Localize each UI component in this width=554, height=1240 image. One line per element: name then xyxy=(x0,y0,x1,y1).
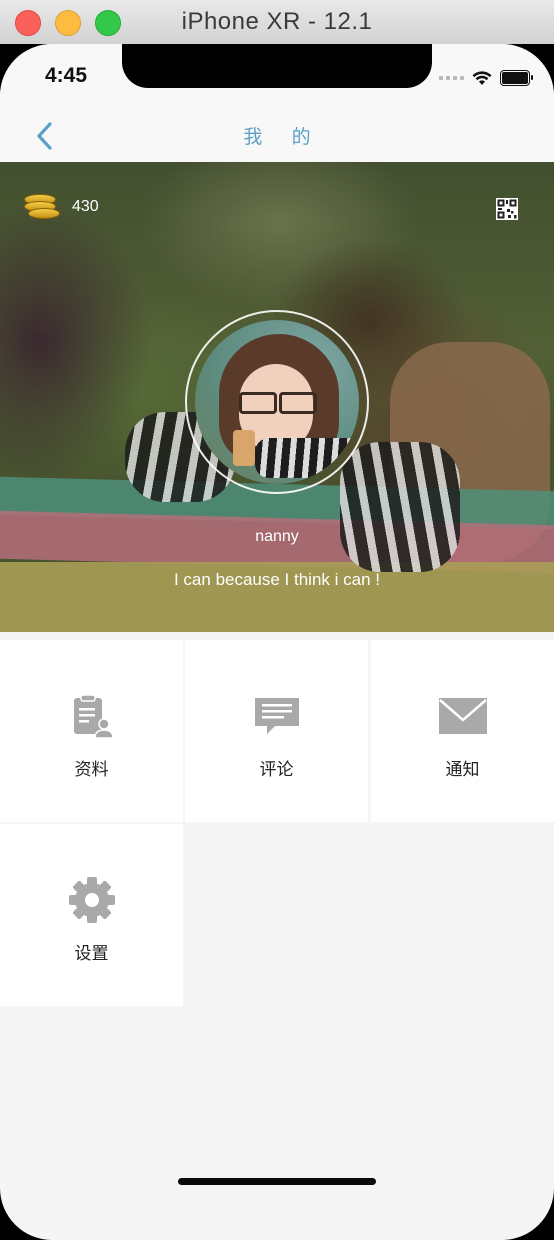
user-motto: I can because I think i can ! xyxy=(173,570,380,589)
app-screen: 4:45 我 的 430 nanny I can because I think… xyxy=(0,44,554,1240)
menu-item-notifications[interactable]: 通知 xyxy=(371,640,554,822)
menu-item-label: 通知 xyxy=(445,760,480,779)
window-title: iPhone XR - 12.1 xyxy=(181,8,373,35)
avatar-photo xyxy=(195,320,359,484)
coin-balance[interactable]: 430 xyxy=(24,194,99,220)
profile-header: 430 nanny I can because I think i can ! xyxy=(0,162,554,632)
menu-item-settings[interactable]: 设置 xyxy=(0,824,183,1006)
menu-item-label: 设置 xyxy=(74,944,109,963)
envelope-icon xyxy=(438,698,487,734)
coin-count: 430 xyxy=(72,198,99,215)
page-title: 我 的 xyxy=(243,127,323,148)
status-icons xyxy=(439,70,533,86)
menu-item-label: 资料 xyxy=(74,760,109,779)
simulator-titlebar: iPhone XR - 12.1 xyxy=(0,0,554,45)
comment-bubble-icon xyxy=(254,698,299,734)
avatar[interactable] xyxy=(185,310,369,494)
home-indicator[interactable] xyxy=(178,1178,376,1185)
username: nanny xyxy=(255,528,299,545)
menu-item-comments[interactable]: 评论 xyxy=(185,640,368,822)
navigation-bar: 我 的 xyxy=(0,110,554,162)
qr-code-button[interactable] xyxy=(496,198,518,220)
device-notch xyxy=(122,44,432,88)
menu-item-label: 评论 xyxy=(259,760,294,779)
gear-icon xyxy=(68,877,115,923)
qr-code-icon xyxy=(496,198,518,220)
coins-icon xyxy=(24,194,60,220)
wifi-icon xyxy=(472,70,492,85)
menu-item-profile[interactable]: 资料 xyxy=(0,640,183,822)
status-time: 4:45 xyxy=(45,64,88,87)
cellular-signal-icon xyxy=(439,76,464,80)
iphone-device: 4:45 我 的 430 nanny I can because I think… xyxy=(0,44,554,1240)
battery-icon xyxy=(500,70,533,86)
profile-document-icon xyxy=(73,694,114,739)
